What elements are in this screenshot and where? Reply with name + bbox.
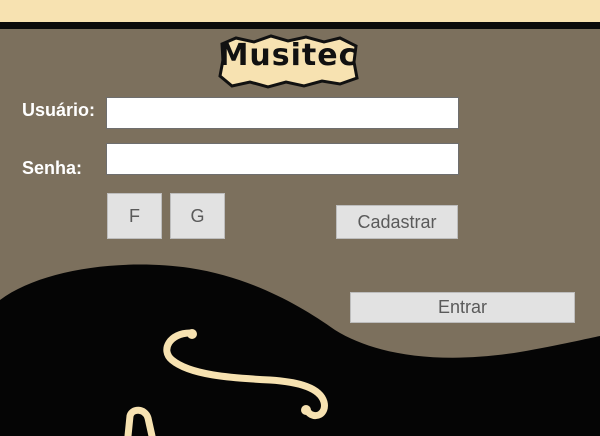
- app-logo: Musitec: [216, 32, 360, 90]
- facebook-login-button[interactable]: F: [107, 193, 162, 239]
- f-hole-dot-bottom: [301, 405, 311, 415]
- logo-text: Musitec: [218, 38, 358, 73]
- login-button[interactable]: Entrar: [350, 292, 575, 323]
- guitar-body-shape: [0, 264, 600, 436]
- password-label: Senha:: [22, 158, 83, 178]
- f-hole-dot-top: [187, 329, 197, 339]
- password-input[interactable]: [106, 143, 459, 175]
- username-input[interactable]: [106, 97, 459, 129]
- username-label: Usuário:: [22, 100, 96, 120]
- register-button[interactable]: Cadastrar: [336, 205, 458, 239]
- google-login-button[interactable]: G: [170, 193, 225, 239]
